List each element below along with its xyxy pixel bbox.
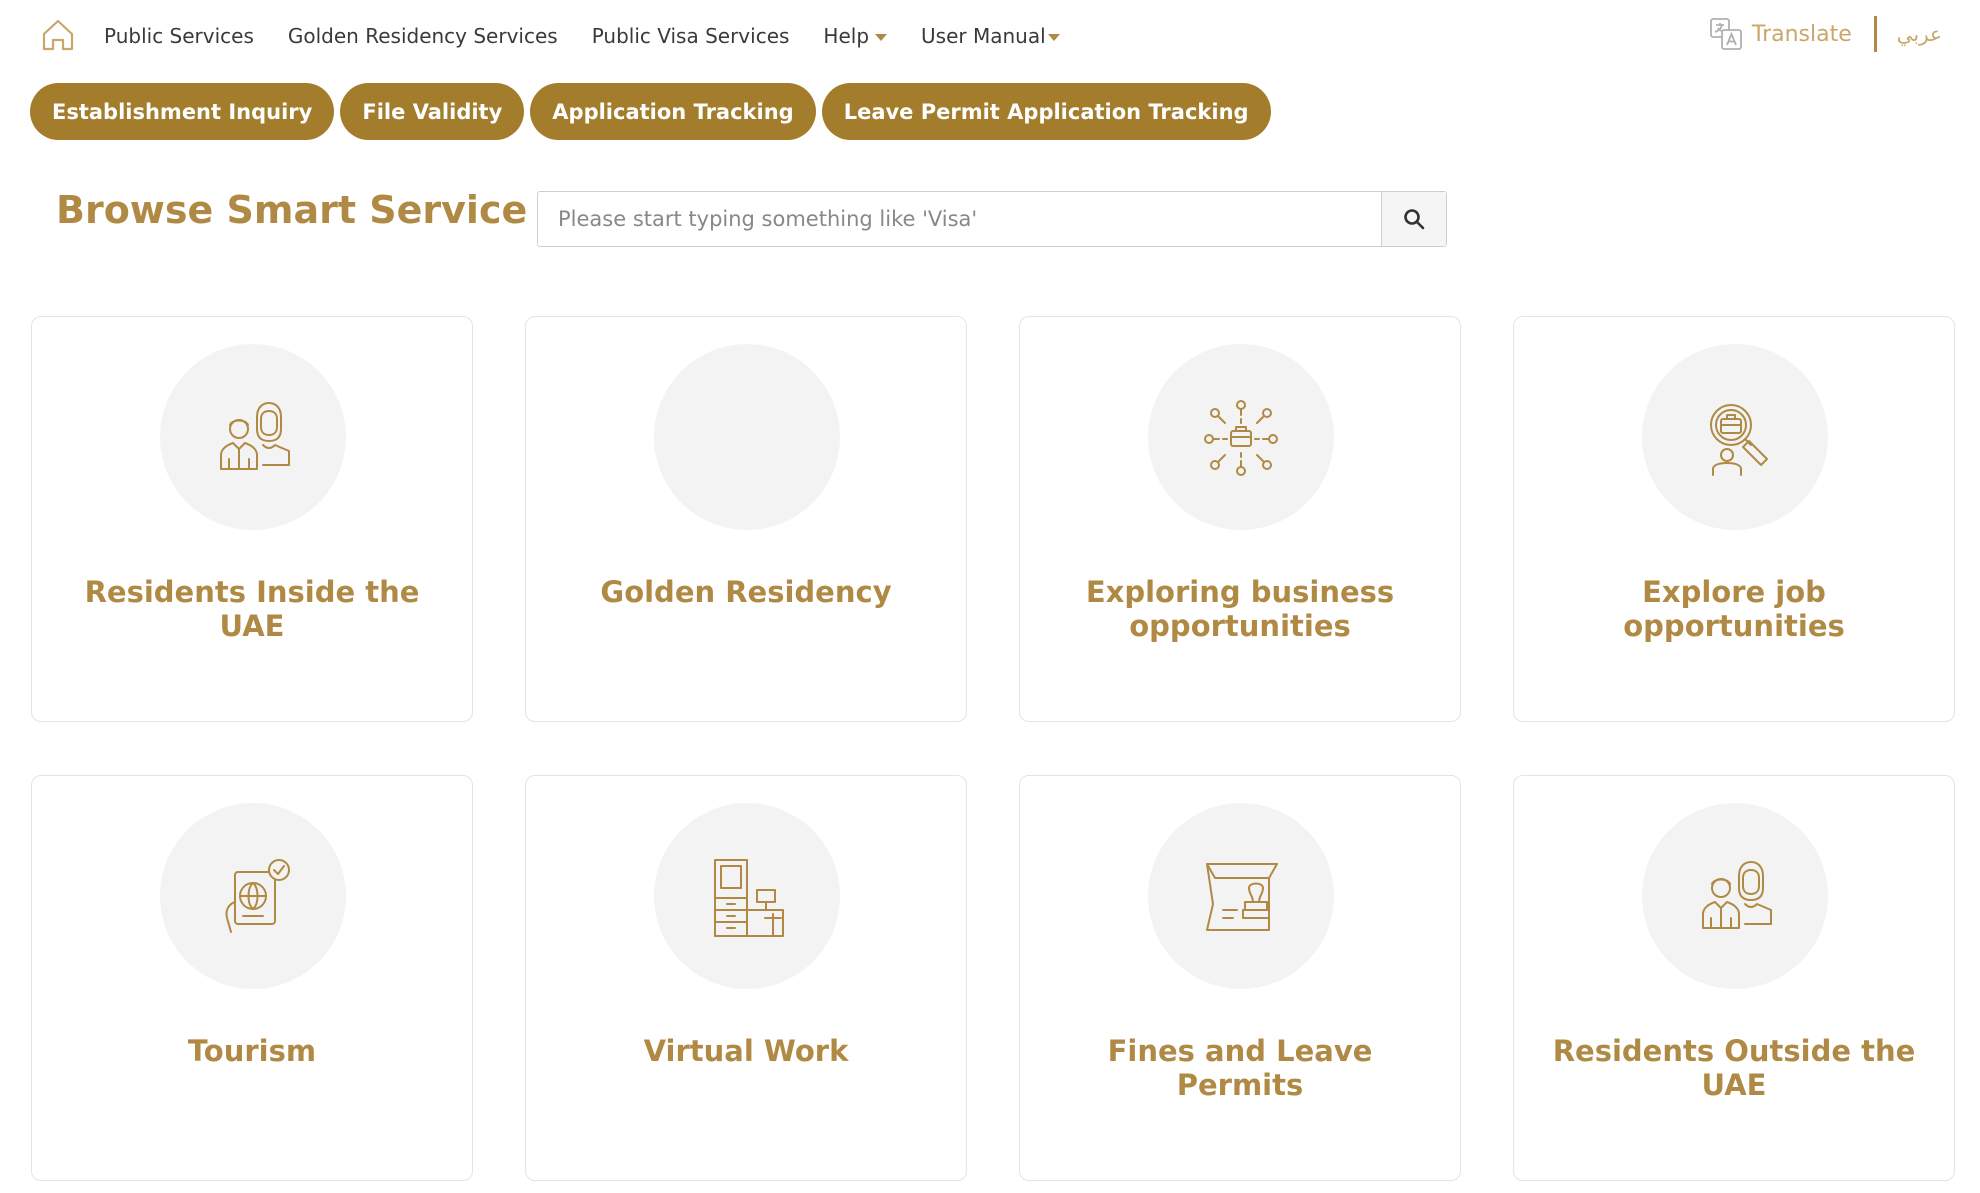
nav-public-visa-services[interactable]: Public Visa Services bbox=[592, 24, 790, 48]
card-label: Residents Outside the UAE bbox=[1552, 1034, 1916, 1102]
stamp-icon bbox=[1206, 863, 1278, 931]
residents-icon bbox=[220, 402, 290, 470]
quick-links: Establishment Inquiry File Validity Appl… bbox=[30, 83, 1271, 140]
nav-user-manual-dropdown[interactable]: User Manual bbox=[921, 24, 1060, 48]
card-explore-job[interactable]: Explore job opportunities bbox=[1513, 316, 1955, 722]
home-icon[interactable] bbox=[40, 18, 76, 52]
top-navigation: Public Services Golden Residency Service… bbox=[0, 0, 1980, 74]
nav-link-label: Golden Residency Services bbox=[287, 24, 558, 48]
card-icon-circle bbox=[654, 803, 840, 989]
card-label: Tourism bbox=[187, 1034, 317, 1068]
nav-link-label: User Manual bbox=[921, 24, 1046, 48]
card-fines-leave-permits[interactable]: Fines and Leave Permits bbox=[1019, 775, 1461, 1181]
card-golden-residency[interactable]: Golden Residency bbox=[525, 316, 967, 722]
card-label: Golden Residency bbox=[600, 575, 892, 609]
card-icon-circle bbox=[160, 344, 346, 530]
search-icon bbox=[1404, 209, 1425, 230]
card-tourism[interactable]: Tourism bbox=[31, 775, 473, 1181]
card-label: Residents Inside the UAE bbox=[84, 575, 420, 643]
translate-label: Translate bbox=[1751, 21, 1852, 47]
card-icon-circle bbox=[1148, 803, 1334, 989]
card-label: Explore job opportunities bbox=[1623, 575, 1845, 643]
search-box bbox=[537, 191, 1447, 247]
residents-icon bbox=[1702, 861, 1772, 929]
caret-down-icon bbox=[1047, 33, 1060, 41]
card-residents-outside-uae[interactable]: Residents Outside the UAE bbox=[1513, 775, 1955, 1181]
translate-button[interactable]: Translate bbox=[1708, 16, 1852, 52]
nav-divider bbox=[1873, 16, 1877, 52]
card-residents-inside-uae[interactable]: Residents Inside the UAE bbox=[31, 316, 473, 722]
card-label: Virtual Work bbox=[643, 1034, 849, 1068]
nav-link-label: Help bbox=[823, 24, 870, 48]
page-title: Browse Smart Service bbox=[56, 188, 528, 232]
caret-down-icon bbox=[875, 33, 888, 41]
card-label: Fines and Leave Permits bbox=[1107, 1034, 1373, 1102]
nav-public-services[interactable]: Public Services bbox=[104, 24, 254, 48]
nav-link-label: Public Visa Services bbox=[591, 24, 790, 48]
card-icon-circle bbox=[1148, 344, 1334, 530]
translate-icon bbox=[1709, 18, 1742, 50]
card-exploring-business[interactable]: Exploring business opportunities bbox=[1019, 316, 1461, 722]
nav-link-label: Public Services bbox=[104, 24, 254, 48]
nav-help-dropdown[interactable]: Help bbox=[823, 24, 888, 48]
card-icon-circle bbox=[1642, 344, 1828, 530]
nav-right: Translate عربي bbox=[1708, 16, 1942, 52]
card-icon-circle bbox=[160, 803, 346, 989]
nav-links: Public Services Golden Residency Service… bbox=[104, 24, 1060, 48]
search-button[interactable] bbox=[1381, 192, 1446, 246]
file-validity-button[interactable]: File Validity bbox=[340, 83, 525, 140]
card-icon-circle bbox=[654, 344, 840, 530]
card-label: Exploring business opportunities bbox=[1085, 575, 1395, 643]
nav-golden-residency-services[interactable]: Golden Residency Services bbox=[288, 24, 558, 48]
passport-globe-icon bbox=[225, 859, 290, 933]
establishment-inquiry-button[interactable]: Establishment Inquiry bbox=[30, 83, 335, 140]
search-input[interactable] bbox=[538, 192, 1381, 246]
application-tracking-button[interactable]: Application Tracking bbox=[530, 83, 816, 140]
language-switch-arabic[interactable]: عربي bbox=[1897, 22, 1942, 46]
card-icon-circle bbox=[1642, 803, 1828, 989]
leave-permit-tracking-button[interactable]: Leave Permit Application Tracking bbox=[821, 83, 1271, 140]
job-search-icon bbox=[1710, 404, 1768, 476]
business-network-icon bbox=[1204, 400, 1278, 476]
workstation-icon bbox=[714, 859, 784, 937]
card-virtual-work[interactable]: Virtual Work bbox=[525, 775, 967, 1181]
